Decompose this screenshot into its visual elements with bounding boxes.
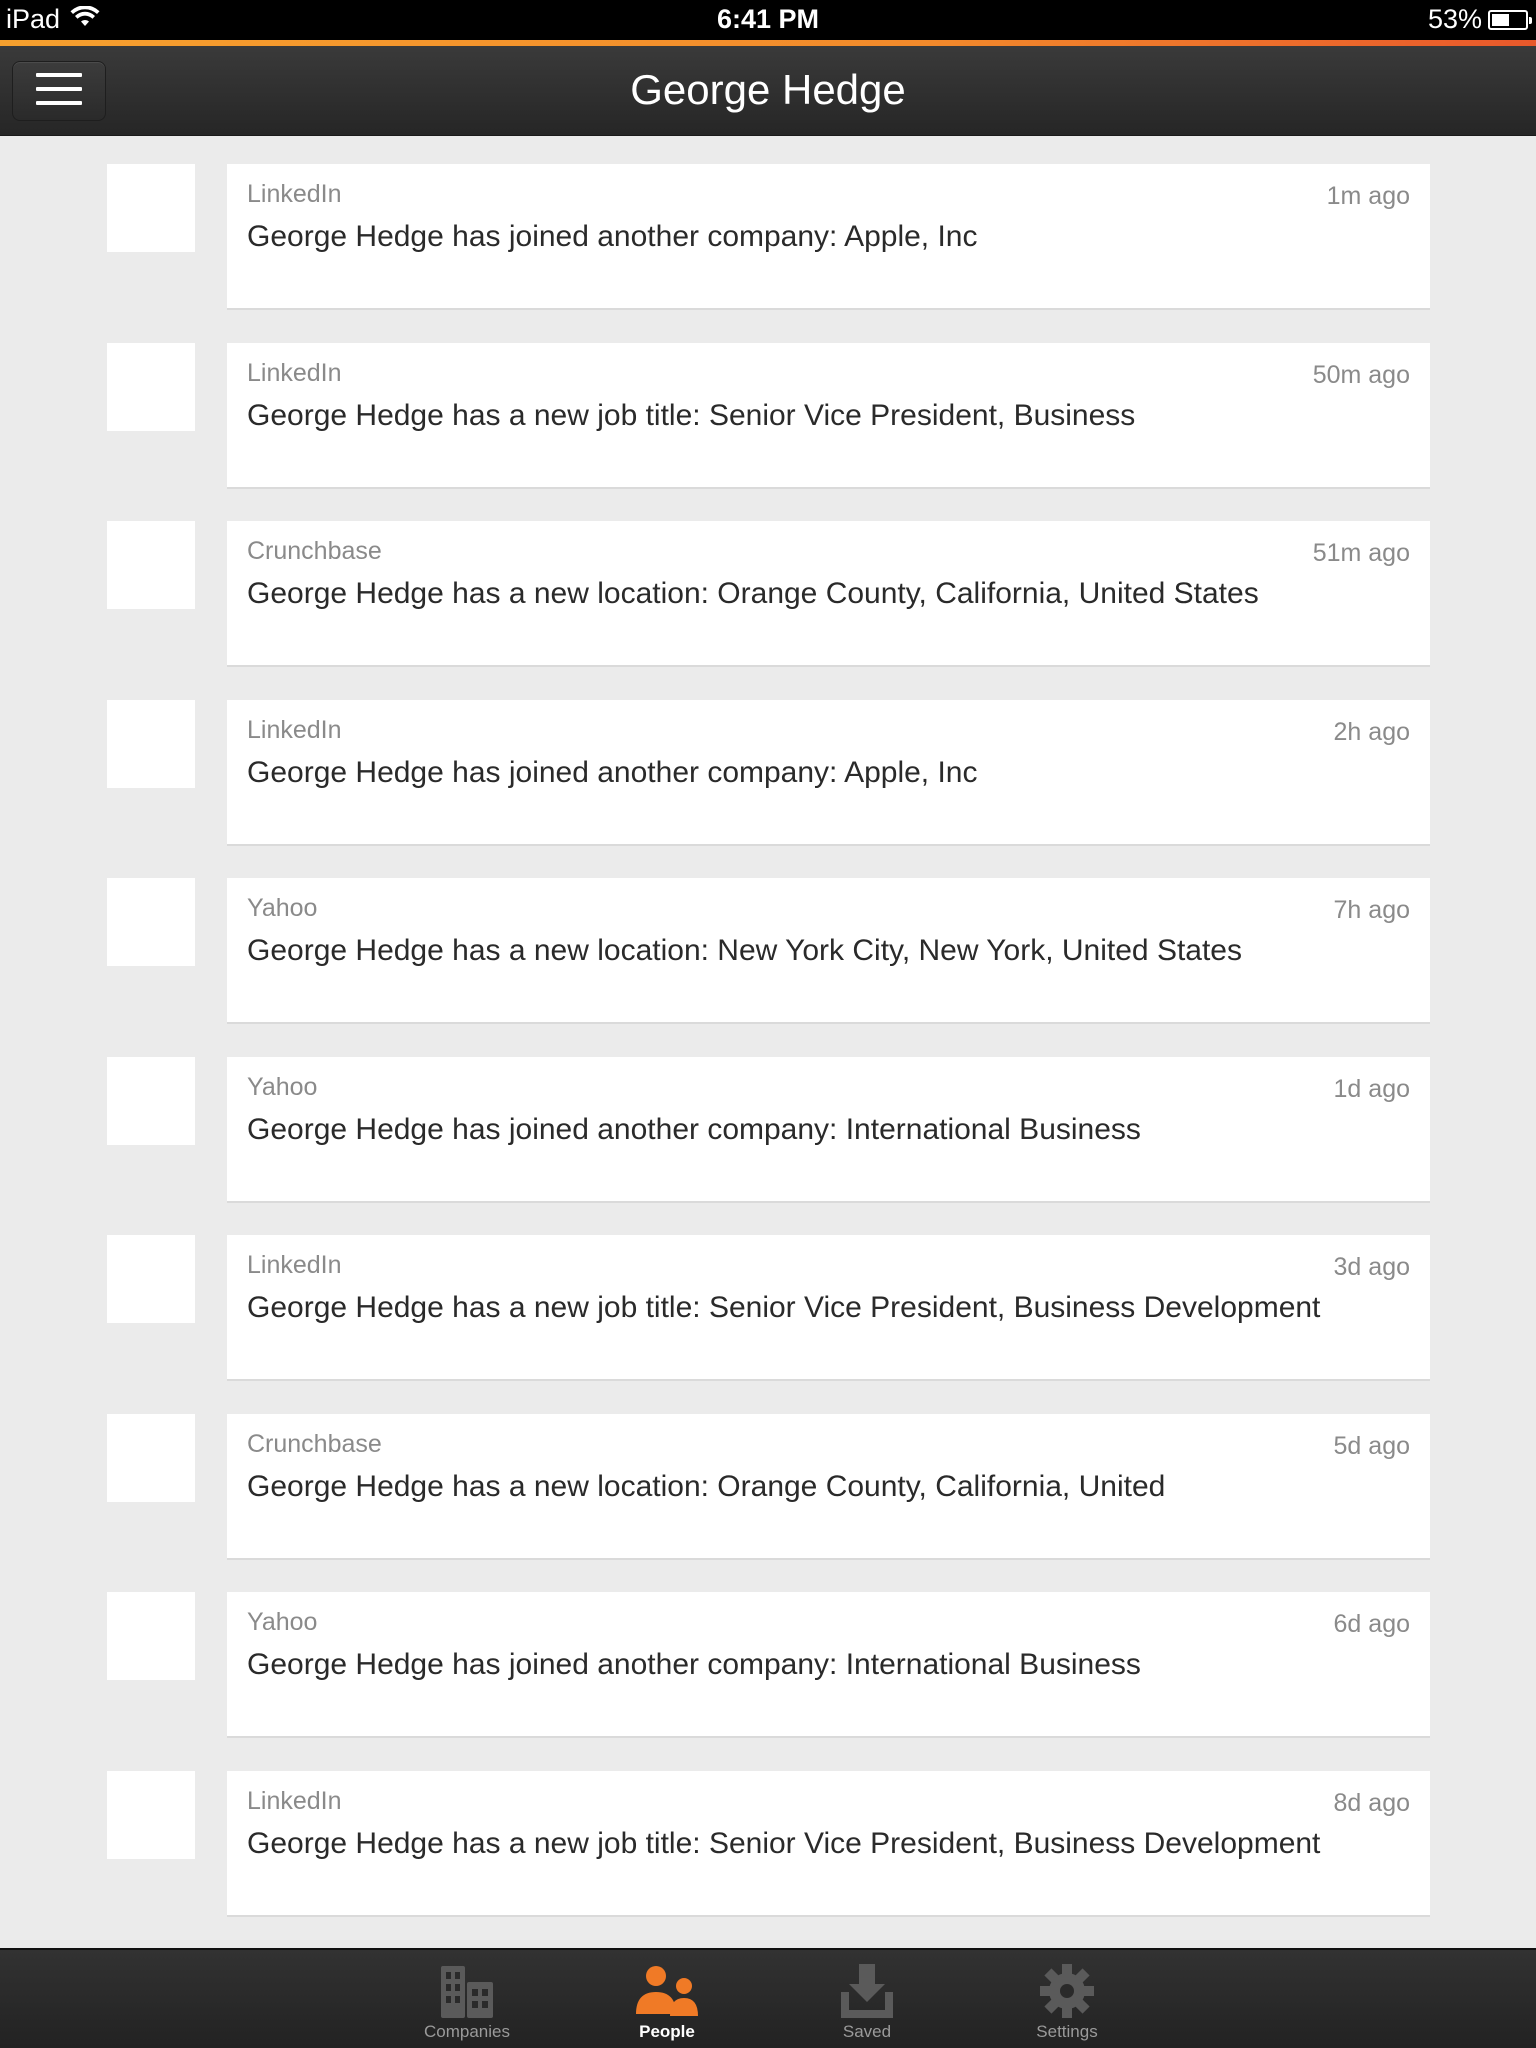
feed-message: George Hedge has joined another company:… [247,1112,1141,1146]
feed-source: LinkedIn [247,1786,342,1815]
feed-card[interactable]: LinkedIn 50m ago George Hedge has a new … [227,342,1430,489]
feed-timestamp: 1d ago [1333,1074,1410,1103]
tab-label: Settings [1036,2022,1098,2041]
feed-card[interactable]: Yahoo 1d ago George Hedge has joined ano… [227,1056,1430,1203]
tab-label: Saved [842,2022,892,2041]
avatar [107,699,195,788]
avatar [107,1413,195,1502]
feed-message: George Hedge has joined another company:… [247,1648,1141,1681]
feed-card[interactable]: LinkedIn 1m ago George Hedge has joined … [227,164,1430,310]
download-tray-icon [767,1962,967,2022]
people-icon [567,1962,767,2022]
avatar [107,342,195,431]
avatar [107,878,195,966]
feed-item[interactable]: Crunchbase 51m ago George Hedge has a ne… [0,521,1536,667]
feed-item[interactable]: LinkedIn 8d ago George Hedge has a new j… [0,1770,1536,1917]
feed-timestamp: 51m ago [1312,539,1410,567]
feed-card[interactable]: Crunchbase 5d ago George Hedge has a new… [227,1413,1430,1560]
feed-timestamp: 2h ago [1333,717,1410,746]
feed-item[interactable]: LinkedIn 2h ago George Hedge has joined … [0,699,1536,846]
tab-label: Companies [424,2022,510,2041]
feed-timestamp: 3d ago [1333,1253,1410,1281]
feed-card[interactable]: Crunchbase 51m ago George Hedge has a ne… [227,521,1430,667]
tab-settings[interactable]: Settings [967,1950,1167,2048]
menu-button[interactable] [12,61,106,121]
gear-icon [967,1962,1167,2022]
tab-saved[interactable]: Saved [767,1950,967,2048]
feed-source: Crunchbase [247,537,382,565]
avatar [107,1770,195,1859]
hamburger-menu-icon [36,71,82,112]
avatar [107,521,195,609]
tab-people[interactable]: People [567,1950,767,2048]
avatar [107,1592,195,1680]
avatar [107,1056,195,1145]
feed-card[interactable]: LinkedIn 2h ago George Hedge has joined … [227,699,1430,846]
status-right: 53% [1427,4,1532,35]
feed-source: LinkedIn [247,180,342,208]
page-title: George Hedge [630,66,906,113]
feed-timestamp: 50m ago [1312,360,1410,389]
feed-item[interactable]: Yahoo 7h ago George Hedge has a new loca… [0,878,1536,1024]
tab-companies[interactable]: Companies [367,1950,567,2048]
feed-timestamp: 6d ago [1333,1610,1410,1638]
feed-card[interactable]: LinkedIn 3d ago George Hedge has a new j… [227,1235,1430,1381]
feed-message: George Hedge has joined another company:… [247,220,978,253]
feed-source: Yahoo [247,1608,318,1636]
feed-item[interactable]: Yahoo 6d ago George Hedge has joined ano… [0,1592,1536,1738]
feed-message: George Hedge has a new job title: Senior… [247,398,1136,432]
feed-timestamp: 8d ago [1333,1788,1410,1817]
feed-source: Yahoo [247,1072,318,1101]
battery-icon [1488,9,1532,30]
feed-item[interactable]: LinkedIn 3d ago George Hedge has a new j… [0,1235,1536,1381]
feed-source: LinkedIn [247,1251,342,1279]
status-bar: iPad 6:41 PM 53% [0,0,1536,40]
feed-item[interactable]: LinkedIn 50m ago George Hedge has a new … [0,342,1536,489]
buildings-icon [367,1962,567,2022]
feed-message: George Hedge has joined another company:… [247,755,978,789]
feed-message: George Hedge has a new location: Orange … [247,1469,1166,1503]
feed-timestamp: 1m ago [1326,182,1410,210]
tab-label: People [639,2022,695,2041]
status-time: 6:41 PM [716,4,820,34]
feed-source: LinkedIn [247,358,342,387]
battery-fill [1492,13,1509,26]
battery-percent: 53% [1427,4,1482,34]
feed-item[interactable]: LinkedIn 1m ago George Hedge has joined … [0,164,1536,310]
avatar [107,1235,195,1323]
nav-bar: George Hedge [0,46,1536,136]
tab-bar: Companies People Saved Settings [0,1948,1536,2048]
feed-message: George Hedge has a new job title: Senior… [247,1291,1321,1324]
feed-card[interactable]: LinkedIn 8d ago George Hedge has a new j… [227,1770,1430,1917]
feed-timestamp: 5d ago [1333,1431,1410,1460]
feed-message: George Hedge has a new job title: Senior… [247,1826,1321,1860]
feed-timestamp: 7h ago [1333,896,1410,924]
feed-card[interactable]: Yahoo 7h ago George Hedge has a new loca… [227,878,1430,1024]
feed-source: Crunchbase [247,1429,382,1458]
feed-item[interactable]: Crunchbase 5d ago George Hedge has a new… [0,1413,1536,1560]
feed-source: LinkedIn [247,715,342,744]
avatar [107,164,195,252]
feed-item[interactable]: Yahoo 1d ago George Hedge has joined ano… [0,1056,1536,1203]
feed-card[interactable]: Yahoo 6d ago George Hedge has joined ano… [227,1592,1430,1738]
feed-message: George Hedge has a new location: Orange … [247,577,1259,610]
feed-source: Yahoo [247,894,318,922]
feed-message: George Hedge has a new location: New Yor… [247,934,1242,967]
